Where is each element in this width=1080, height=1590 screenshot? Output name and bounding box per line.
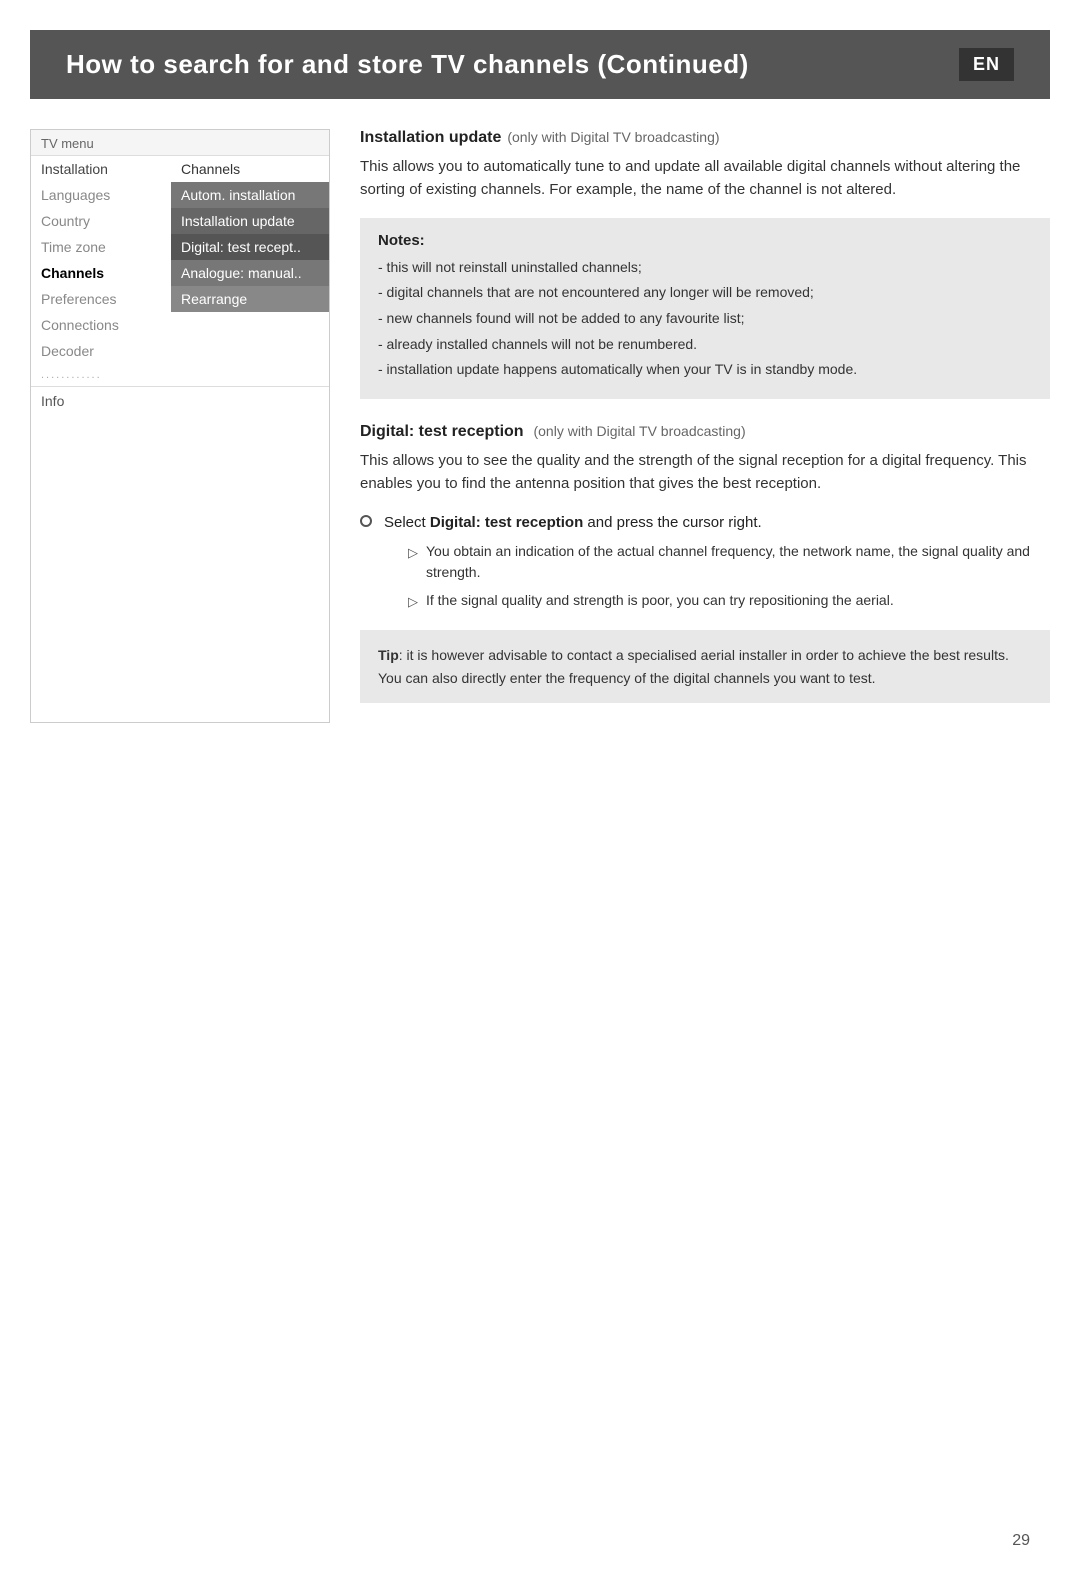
tv-menu-separator: ............ [31,364,329,386]
right-content: Installation update (only with Digital TV… [360,129,1050,723]
bullet-list-item-text: Select Digital: test reception and press… [384,511,1050,618]
digital-test-subtitle: (only with Digital TV broadcasting) [530,423,746,439]
tv-menu-col2-rearrange: Rearrange [171,286,329,312]
notes-list-item: - new channels found will not be added t… [378,308,1032,330]
lang-badge: EN [959,48,1014,81]
sub-bullet-item: ▷ You obtain an indication of the actual… [408,541,1050,584]
tv-menu-col1-connections: Connections [31,312,171,338]
bullet-circle-icon [360,515,372,527]
tv-menu-col2-installation-update: Installation update [171,208,329,234]
tv-menu-info: Info [31,386,329,415]
tv-menu-row: Languages Autom. installation [31,182,329,208]
bullet-list: Select Digital: test reception and press… [360,511,1050,618]
notes-box: Notes: - this will not reinstall uninsta… [360,218,1050,399]
notes-list: - this will not reinstall uninstalled ch… [378,257,1032,381]
tv-menu-col2-channels: Channels [171,156,329,182]
tv-menu-col1-timezone: Time zone [31,234,171,260]
tv-menu-col1-preferences: Preferences [31,286,171,312]
sub-bullet-text: You obtain an indication of the actual c… [426,541,1050,584]
tv-menu-col2-empty-decoder [171,338,329,364]
arrow-icon: ▷ [408,543,418,563]
notes-list-item: - digital channels that are not encounte… [378,282,1032,304]
tip-box: Tip: it is however advisable to contact … [360,630,1050,703]
bullet-bold: Digital: test reception [430,514,583,531]
tv-menu-row: Installation Channels [31,156,329,182]
bullet-list-item: Select Digital: test reception and press… [360,511,1050,618]
tv-menu-col1-installation: Installation [31,156,171,182]
tv-menu-row: Country Installation update [31,208,329,234]
digital-test-body: This allows you to see the quality and t… [360,449,1050,496]
installation-update-subtitle: (only with Digital TV broadcasting) [507,129,719,145]
digital-test-section: Digital: test reception (only with Digit… [360,423,1050,703]
installation-update-title: Installation update (only with Digital TV… [360,129,1050,147]
tv-menu-col2-autom: Autom. installation [171,182,329,208]
tv-menu-col2-digital-test: Digital: test recept.. [171,234,329,260]
main-content: TV menu Installation Channels Languages … [30,129,1050,723]
tip-bold: Tip [378,647,399,663]
notes-title: Notes: [378,232,1032,249]
tv-menu-row: Time zone Digital: test recept.. [31,234,329,260]
installation-update-body: This allows you to automatically tune to… [360,155,1050,202]
tip-body: : it is however advisable to contact a s… [378,647,1009,685]
tv-menu-row: Decoder [31,338,329,364]
sub-bullet-list: ▷ You obtain an indication of the actual… [408,541,1050,613]
installation-update-section: Installation update (only with Digital TV… [360,129,1050,399]
tip-text: Tip: it is however advisable to contact … [378,644,1032,689]
digital-test-title: Digital: test reception (only with Digit… [360,423,1050,441]
tv-menu-panel: TV menu Installation Channels Languages … [30,129,330,723]
sub-bullet-text: If the signal quality and strength is po… [426,590,894,612]
page-header: How to search for and store TV channels … [30,30,1050,99]
tv-menu-col2-empty-connections [171,312,329,338]
tv-menu-col1-decoder: Decoder [31,338,171,364]
bullet-suffix: and press the cursor right. [587,514,761,531]
page-title: How to search for and store TV channels … [66,49,749,80]
tv-menu-col1-channels: Channels [31,260,171,286]
arrow-icon: ▷ [408,592,418,612]
notes-list-item: - installation update happens automatica… [378,359,1032,381]
notes-list-item: - already installed channels will not be… [378,334,1032,356]
bullet-label: Select [384,514,426,531]
tv-menu-label: TV menu [31,130,329,156]
tv-menu-col1-country: Country [31,208,171,234]
sub-bullet-item: ▷ If the signal quality and strength is … [408,590,1050,612]
page-number: 29 [1012,1532,1030,1550]
tv-menu-row: Channels Analogue: manual.. [31,260,329,286]
tv-menu-row: Connections [31,312,329,338]
notes-list-item: - this will not reinstall uninstalled ch… [378,257,1032,279]
digital-test-title-text: Digital: test reception [360,423,524,440]
tv-menu-col1-languages: Languages [31,182,171,208]
installation-update-title-text: Installation update [360,129,501,146]
tv-menu-row: Preferences Rearrange [31,286,329,312]
tv-menu-col2-analogue: Analogue: manual.. [171,260,329,286]
